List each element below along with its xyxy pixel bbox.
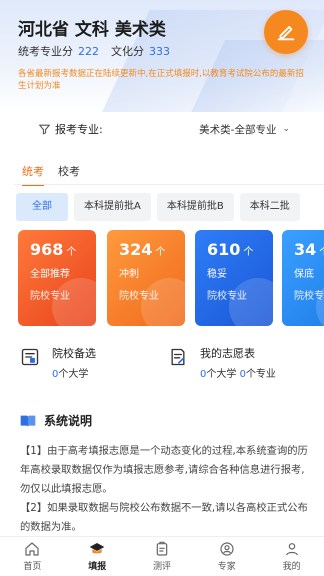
nav-label: 首页 xyxy=(23,562,42,572)
book-icon xyxy=(20,415,36,427)
major-score-label: 统考专业分 xyxy=(18,45,73,58)
major-select[interactable]: 报考专业: 美术类-全部专业 ⌄ xyxy=(38,118,290,140)
nav-label: 填报 xyxy=(88,562,107,572)
expert-icon xyxy=(220,542,234,556)
util-title: 院校备选 xyxy=(52,347,96,360)
nav-label: 专家 xyxy=(217,562,236,572)
nav-label: 我的 xyxy=(282,562,301,572)
card-name: 稳妥 xyxy=(207,269,227,280)
major-select-value: 美术类-全部专业 xyxy=(199,123,277,136)
system-note-title: 系统说明 xyxy=(44,414,93,428)
clipboard-icon xyxy=(156,541,168,556)
form-list-icon xyxy=(171,348,185,366)
system-note-heading: 系统说明 xyxy=(20,412,92,429)
card-decoration xyxy=(229,278,273,326)
card-safe[interactable]: 610 个 稳妥 院校专业 xyxy=(195,230,273,326)
card-unit: 个 xyxy=(155,247,166,258)
util-count: 0个大学 0个专业 xyxy=(200,369,276,380)
card-decoration xyxy=(141,278,185,326)
card-unit: 个 xyxy=(243,247,254,258)
card-decoration xyxy=(316,278,324,326)
card-sub: 院校专业 xyxy=(294,291,324,302)
user-icon xyxy=(285,543,298,556)
chevron-down-icon: ⌄ xyxy=(282,124,290,134)
major-select-label: 报考专业: xyxy=(55,123,103,136)
page-title: 河北省 文科 美术类 xyxy=(18,20,166,40)
card-sub: 院校专业 xyxy=(30,291,70,302)
card-sub: 院校专业 xyxy=(119,291,159,302)
nav-assessment[interactable]: 测评 xyxy=(130,537,195,576)
system-note-paragraph: 【1】由于高考填报志愿是一个动态变化的过程,本系统查询的历年高校录取数据仅作为填… xyxy=(20,445,308,495)
culture-score-value: 333 xyxy=(149,45,170,58)
nav-profile[interactable]: 我的 xyxy=(259,537,324,576)
filter-icon xyxy=(39,124,50,134)
tab-unified-exam[interactable]: 统考 xyxy=(22,163,44,186)
graduation-cap-icon xyxy=(89,543,105,554)
card-count: 610 xyxy=(207,240,241,259)
candidate-schools-button[interactable]: 院校备选 0个大学 xyxy=(20,345,160,383)
divider xyxy=(14,184,324,185)
chip-second-batch[interactable]: 本科二批 xyxy=(239,193,300,221)
nav-apply[interactable]: 填报 xyxy=(65,537,130,576)
card-count: 968 xyxy=(30,240,64,259)
card-name: 保底 xyxy=(294,269,314,280)
card-name: 全部推荐 xyxy=(30,269,70,280)
card-unit: 个 xyxy=(319,247,324,258)
card-name: 冲刺 xyxy=(119,269,139,280)
my-plan-button[interactable]: 我的志愿表 0个大学 0个专业 xyxy=(168,345,318,383)
home-icon xyxy=(25,542,39,556)
chip-all[interactable]: 全部 xyxy=(16,193,68,221)
bottom-nav: 首页 填报 测评 专家 我的 xyxy=(0,536,324,576)
batch-filter: 全部 本科提前批A 本科提前批B 本科二批 xyxy=(16,193,324,221)
util-count: 0个大学 xyxy=(52,369,89,380)
exam-type-tabs: 统考 校考 xyxy=(22,163,94,186)
util-title: 我的志愿表 xyxy=(200,347,255,360)
system-note-paragraph: 【2】如果录取数据与院校公布数据不一致,请以各高校正式公布的数据为准。 xyxy=(20,502,308,533)
edit-scores-button[interactable] xyxy=(264,10,308,54)
chip-early-batch-a[interactable]: 本科提前批A xyxy=(74,193,151,221)
tab-school-exam[interactable]: 校考 xyxy=(58,163,80,186)
school-list-icon xyxy=(21,348,39,366)
score-summary: 统考专业分 222 文化分 333 xyxy=(18,43,182,59)
chip-early-batch-b[interactable]: 本科提前批B xyxy=(156,193,234,221)
major-score-value: 222 xyxy=(78,45,99,58)
recommendation-cards: 968 个 全部推荐 院校专业 324 个 冲刺 院校专业 610 个 稳妥 院校专业… xyxy=(18,230,324,326)
nav-home[interactable]: 首页 xyxy=(0,537,65,576)
nav-expert[interactable]: 专家 xyxy=(194,537,259,576)
update-notice: 各省最新报考数据正在陆续更新中,在正式填报时,以教育考试院公布的最新招生计划为准 xyxy=(18,69,304,91)
card-sub: 院校专业 xyxy=(207,291,247,302)
card-decoration xyxy=(52,278,96,326)
culture-score-label: 文化分 xyxy=(111,45,144,58)
nav-label: 测评 xyxy=(152,562,171,572)
card-count: 324 xyxy=(119,240,153,259)
card-count: 34 xyxy=(294,240,317,259)
pencil-icon xyxy=(277,26,295,41)
card-backup[interactable]: 34个 保底 院校专业 xyxy=(282,230,324,326)
card-all-recommended[interactable]: 968 个 全部推荐 院校专业 xyxy=(18,230,96,326)
card-unit: 个 xyxy=(66,247,77,258)
card-reach[interactable]: 324 个 冲刺 院校专业 xyxy=(107,230,185,326)
system-note-body: 【1】由于高考填报志愿是一个动态变化的过程,本系统查询的历年高校录取数据仅作为填… xyxy=(20,442,312,537)
